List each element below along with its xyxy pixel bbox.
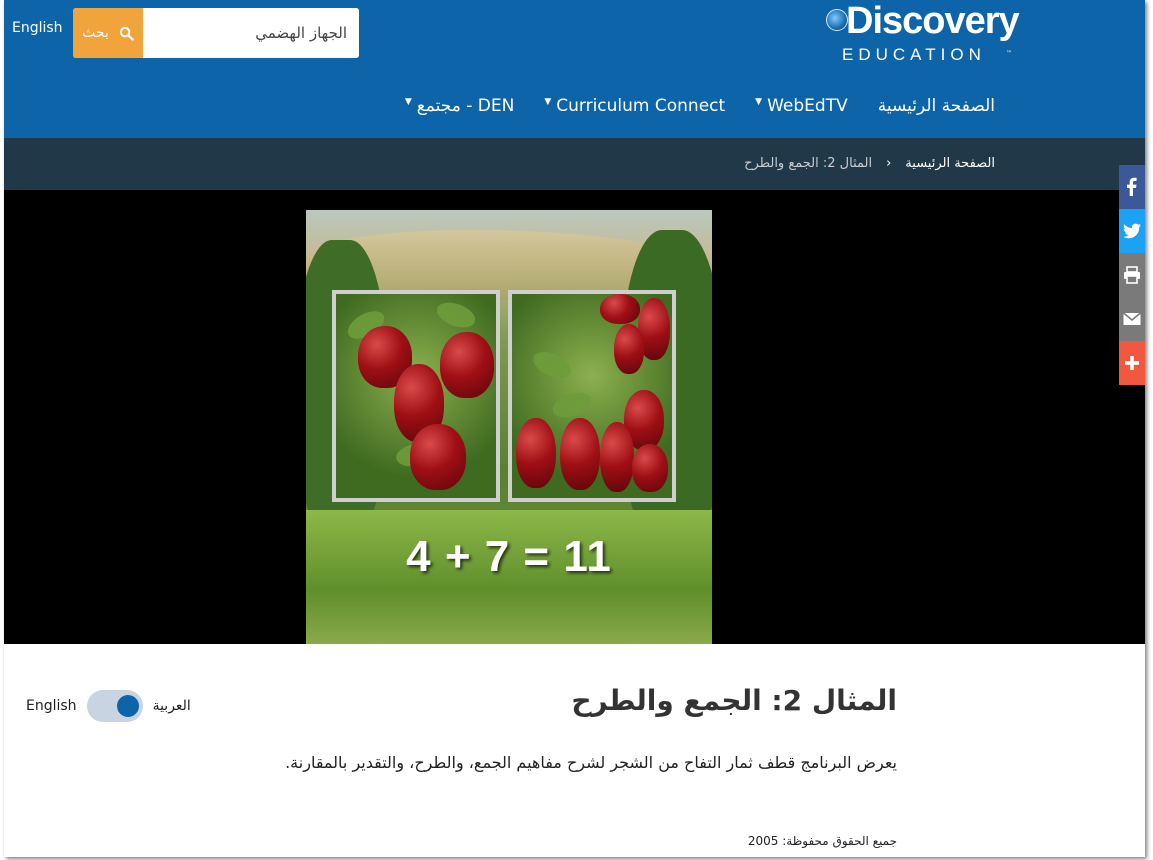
toggle-knob[interactable] [116,695,139,717]
breadcrumb-separator: › [886,156,892,171]
breadcrumb-current: المثال 2: الجمع والطرح [744,156,873,171]
language-toggle-english-label[interactable]: English [26,698,77,714]
apple-image [440,332,494,398]
facebook-share-button[interactable] [1119,165,1145,209]
language-toggle-group: English العربية [26,690,191,722]
page-title: المثال 2: الجمع والطرح [571,684,897,717]
language-toggle-arabic-label[interactable]: العربية [153,698,191,714]
search-button-label: بحث [82,25,109,41]
main-nav: الصفحة الرئيسية ▼ WebEdTV ▼ Curriculum C… [405,96,995,116]
copyright-text: جميع الحقوق محفوظة: 2005 [747,834,897,848]
print-icon [1124,266,1140,284]
search-icon [119,26,134,41]
apple-image [560,418,600,490]
nav-item-webedtv[interactable]: ▼ WebEdTV [755,96,848,116]
apple-image [600,422,634,492]
logo-main-text: Discovery [846,0,1020,42]
caret-down-icon: ▼ [544,97,552,107]
page-frame: English بحث Discovery EDUCATION ™ الصفحة… [4,0,1145,857]
apple-image [410,424,466,490]
video-frame-image[interactable]: 4 + 7 = 11 [306,210,712,644]
discovery-education-logo[interactable]: Discovery EDUCATION ™ [822,0,1020,66]
logo-trademark: ™ [1006,50,1012,57]
apple-branch-image [336,294,496,498]
breadcrumb: الصفحة الرئيسية › المثال 2: الجمع والطرح [744,156,995,171]
video-equation-text: 4 + 7 = 11 [406,532,612,581]
nav-item-label: الصفحة الرئيسية [877,96,995,116]
language-toggle[interactable] [86,690,143,722]
nav-item-label: Curriculum Connect [556,96,726,116]
twitter-icon [1123,223,1141,239]
apple-image [516,418,556,488]
search-input[interactable] [143,8,359,58]
apple-branch-image [512,294,672,498]
breadcrumb-home[interactable]: الصفحة الرئيسية [905,156,995,171]
email-share-button[interactable] [1119,297,1145,341]
email-icon [1122,312,1142,325]
caret-down-icon: ▼ [404,97,412,107]
apple-image [600,294,640,324]
logo-sub-text: EDUCATION [842,45,986,64]
nav-item-home[interactable]: الصفحة الرئيسية [878,96,995,116]
facebook-icon [1127,177,1137,196]
video-player[interactable]: 4 + 7 = 11 [4,190,1145,644]
site-header: English بحث Discovery EDUCATION ™ الصفحة… [4,0,1145,138]
english-language-link[interactable]: English [12,20,63,36]
more-share-button[interactable] [1119,341,1145,385]
apple-image [632,444,668,492]
nav-item-label: مجتمع - DEN [416,96,515,116]
apple-image [614,324,644,374]
globe-icon [826,9,848,31]
apple-panel-right [508,290,676,502]
video-description: يعرض البرنامج قطف ثمار التفاح من الشجر ل… [285,753,897,772]
twitter-share-button[interactable] [1119,209,1145,253]
apple-panel-left [332,290,500,502]
plus-icon [1125,356,1139,370]
breadcrumb-bar: الصفحة الرئيسية › المثال 2: الجمع والطرح [4,138,1145,190]
search-button[interactable]: بحث [73,8,143,58]
search-box: بحث [73,8,359,58]
print-button[interactable] [1119,253,1145,297]
caret-down-icon: ▼ [755,97,763,107]
nav-item-label: WebEdTV [767,96,848,116]
share-sidebar [1119,165,1145,385]
nav-item-curriculum-connect[interactable]: ▼ Curriculum Connect [544,96,725,116]
nav-item-den-community[interactable]: ▼ مجتمع - DEN [405,96,515,116]
